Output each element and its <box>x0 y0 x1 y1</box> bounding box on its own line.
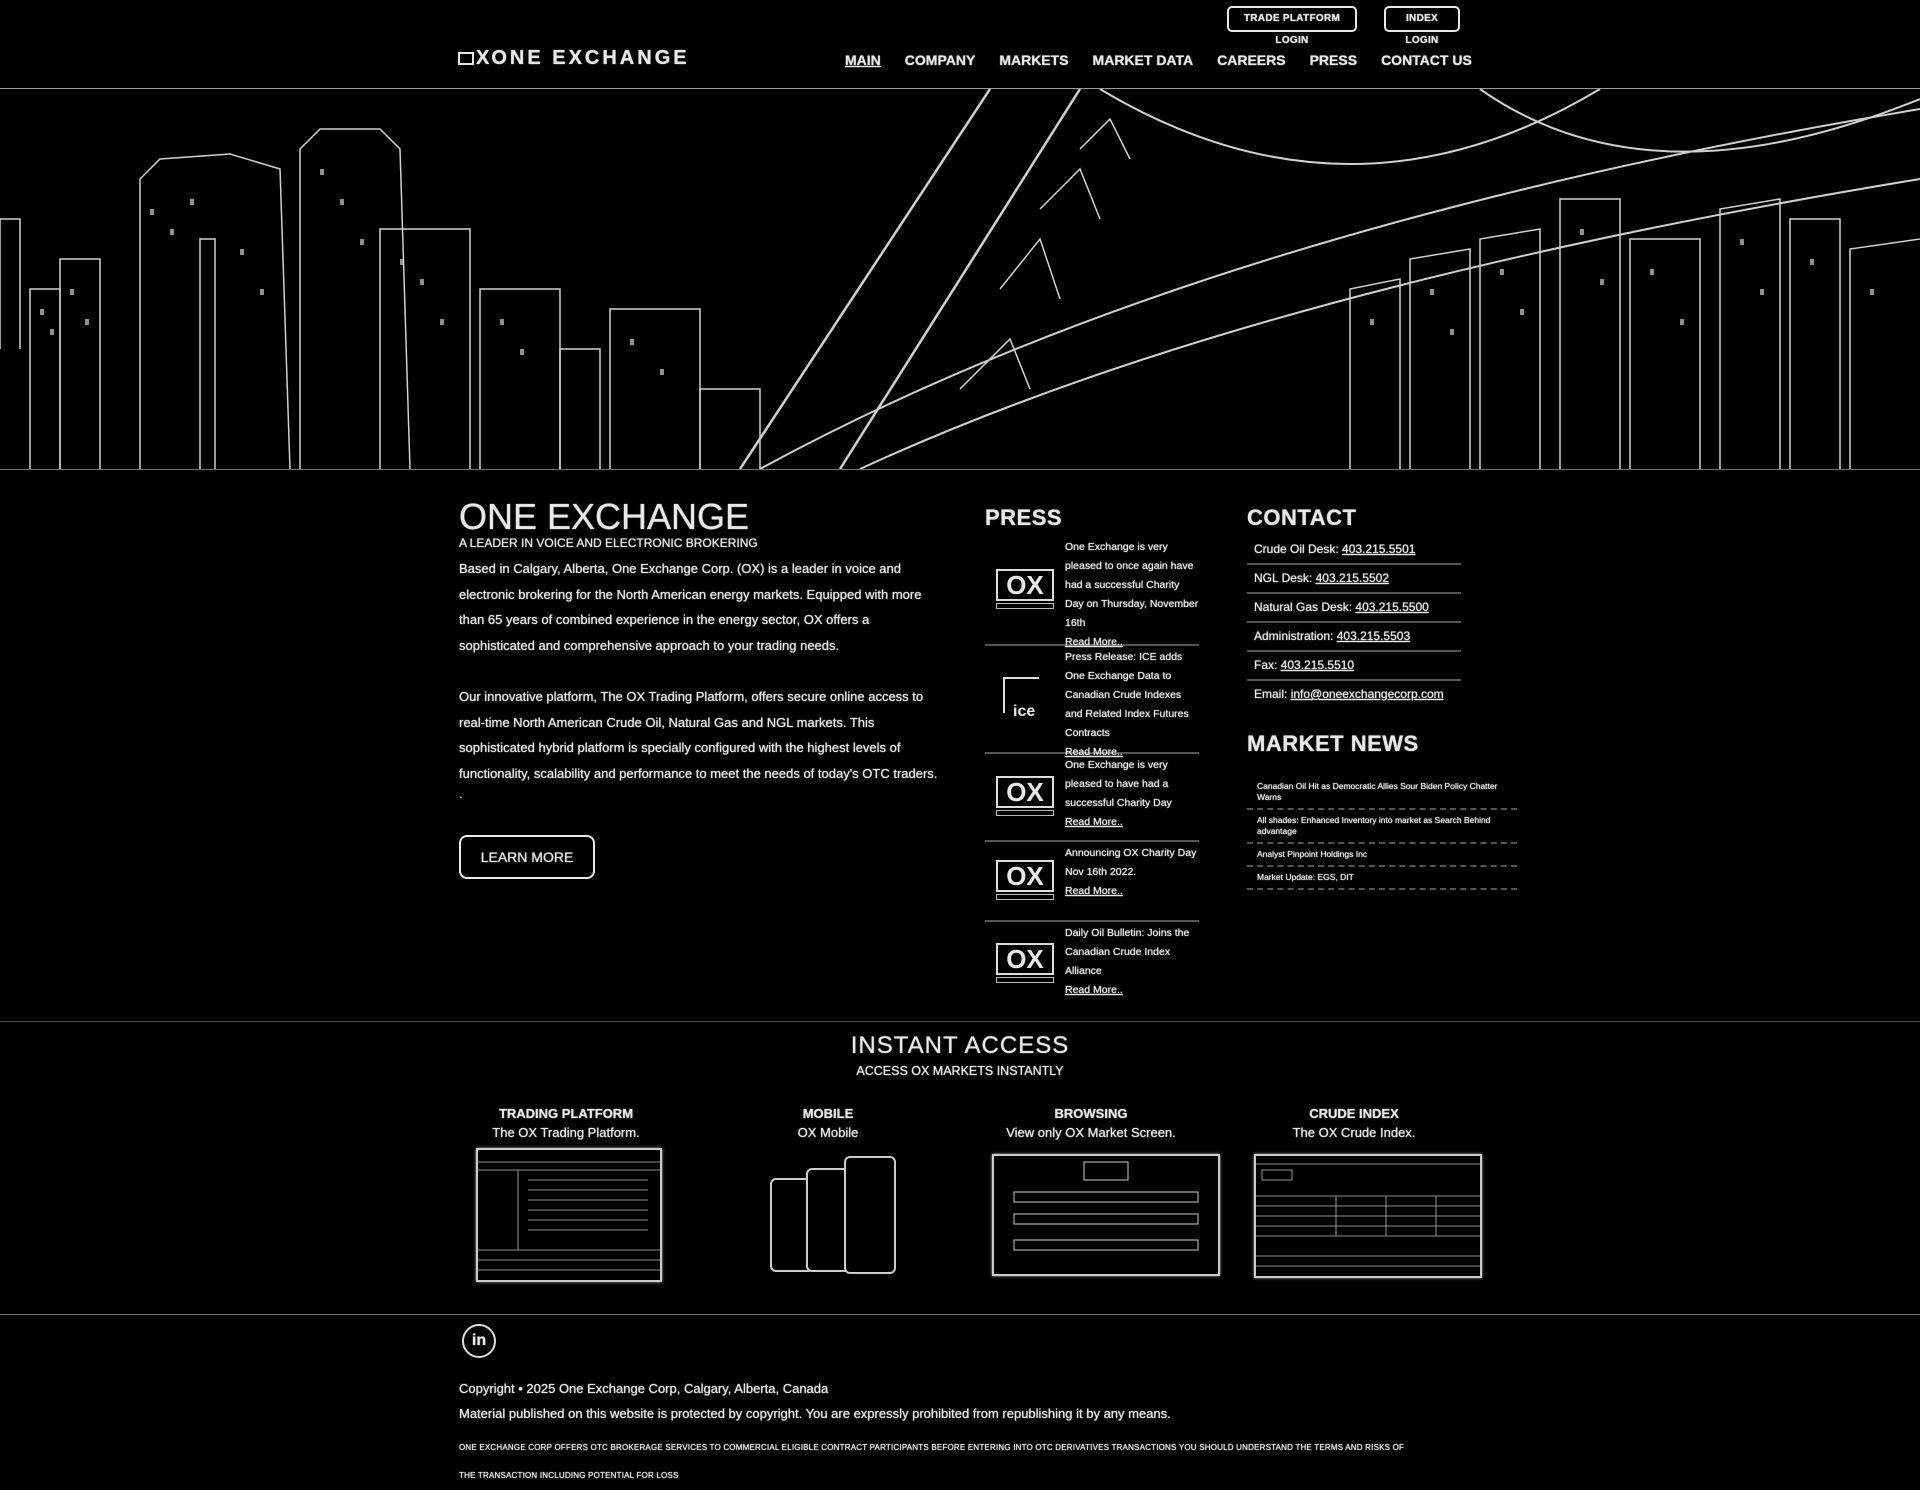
ox-logo-icon: OX <box>985 536 1065 644</box>
press-item-text: Announcing OX Charity Day Nov 16th 2022. <box>1065 847 1197 878</box>
news-item[interactable]: Market Update: EGS, DIT <box>1247 867 1517 890</box>
nav-main[interactable]: MAIN <box>845 52 881 68</box>
city-skyline-illustration <box>0 89 1920 469</box>
access-card-title: MOBILE <box>802 1106 854 1121</box>
logo-x-mark: X <box>476 47 490 69</box>
intro-section: ONE EXCHANGE A LEADER IN VOICE AND ELECT… <box>459 496 939 879</box>
contact-row-administration: Administration: 403.215.5503 <box>1247 623 1461 652</box>
main-nav: MAIN COMPANY MARKETS MARKET DATA CAREERS… <box>845 52 1496 68</box>
ox-logo-icon: OX <box>985 754 1065 840</box>
learn-more-button[interactable]: LEARN MORE <box>459 835 595 879</box>
crude-index-screenshot[interactable] <box>1254 1154 1482 1278</box>
press-read-more-link[interactable]: Read More.. <box>1065 984 1123 996</box>
instant-access-section: INSTANT ACCESS ACCESS OX MARKETS INSTANT… <box>0 1021 1920 1315</box>
contact-section: CONTACT Crude Oil Desk: 403.215.5501 NGL… <box>1247 500 1517 890</box>
press-read-more-link[interactable]: Read More.. <box>1065 885 1123 897</box>
intro-paragraph-1: Based in Calgary, Alberta, One Exchange … <box>459 561 922 653</box>
instant-access-subtitle: ACCESS OX MARKETS INSTANTLY <box>856 1064 1064 1078</box>
market-news-title: MARKET NEWS <box>1247 731 1419 756</box>
site-header: TRADE PLATFORM LOGIN INDEX LOGIN X ONE E… <box>0 0 1920 89</box>
phone-link[interactable]: 403.215.5500 <box>1355 600 1428 614</box>
contact-row-natural-gas: Natural Gas Desk: 403.215.5500 <box>1247 594 1461 623</box>
press-item[interactable]: ice Press Release: ICE adds One Exchange… <box>985 646 1199 758</box>
mobile-phones-image[interactable] <box>770 1156 910 1280</box>
intro-subtitle: A LEADER IN VOICE AND ELECTRONIC BROKERI… <box>459 536 758 550</box>
press-item[interactable]: OX Daily Oil Bulletin: Joins the Canadia… <box>985 922 1199 1006</box>
press-title: PRESS <box>985 505 1063 530</box>
email-link[interactable]: info@oneexchangecorp.com <box>1291 687 1444 701</box>
news-item[interactable]: Canadian Oil Hit as Democratic Allies So… <box>1247 776 1517 810</box>
nav-company[interactable]: COMPANY <box>905 52 976 68</box>
browsing-screenshot[interactable] <box>992 1154 1220 1276</box>
access-card-trading-platform[interactable]: TRADING PLATFORM The OX Trading Platform… <box>466 1106 666 1140</box>
trading-platform-screenshot[interactable] <box>476 1148 662 1282</box>
contact-row-email: Email: info@oneexchangecorp.com <box>1254 687 1444 701</box>
press-item-text: One Exchange is very pleased to once aga… <box>1065 541 1199 629</box>
index-login-button[interactable]: INDEX LOGIN <box>1384 6 1460 46</box>
access-card-desc: View only OX Market Screen. <box>1006 1125 1176 1140</box>
market-news-list: Canadian Oil Hit as Democratic Allies So… <box>1247 776 1517 890</box>
press-list: OX One Exchange is very pleased to once … <box>985 536 1199 1006</box>
contact-title: CONTACT <box>1247 505 1357 530</box>
hero-banner <box>0 89 1920 470</box>
phone-link[interactable]: 403.215.5503 <box>1337 629 1410 643</box>
press-read-more-link[interactable]: Read More.. <box>1065 816 1123 828</box>
contact-row-ngl: NGL Desk: 403.215.5502 <box>1247 565 1461 594</box>
press-item-text: Press Release: ICE adds One Exchange Dat… <box>1065 651 1189 739</box>
press-item[interactable]: OX Announcing OX Charity Day Nov 16th 20… <box>985 842 1199 922</box>
news-item[interactable]: Analyst Pinpoint Holdings Inc <box>1247 844 1517 867</box>
access-card-desc: The OX Crude Index. <box>1292 1125 1416 1140</box>
intro-paragraph-2: Our innovative platform, The OX Trading … <box>459 689 938 781</box>
press-item-text: Daily Oil Bulletin: Joins the Canadian C… <box>1065 927 1190 977</box>
contact-row-fax: Fax: 403.215.5510 <box>1247 652 1461 681</box>
linkedin-icon[interactable]: in <box>462 1324 496 1358</box>
access-card-browsing[interactable]: BROWSING View only OX Market Screen. <box>991 1106 1191 1140</box>
logo-text: ONE EXCHANGE <box>491 47 690 69</box>
instant-access-title: INSTANT ACCESS <box>850 1032 1070 1059</box>
nav-press[interactable]: PRESS <box>1310 52 1357 68</box>
access-card-crude-index[interactable]: CRUDE INDEX The OX Crude Index. <box>1254 1106 1454 1140</box>
ox-logo-icon: OX <box>985 842 1065 920</box>
site-logo[interactable]: X ONE EXCHANGE <box>458 47 690 69</box>
fax-link[interactable]: 403.215.5510 <box>1281 658 1354 672</box>
contact-row-crude-oil: Crude Oil Desk: 403.215.5501 <box>1247 536 1461 565</box>
nav-markets[interactable]: MARKETS <box>999 52 1068 68</box>
trade-platform-login-button[interactable]: TRADE PLATFORM LOGIN <box>1227 6 1357 46</box>
phone-link[interactable]: 403.215.5502 <box>1316 571 1389 585</box>
press-item-text: One Exchange is very pleased to have had… <box>1065 759 1172 809</box>
logo-square-icon <box>458 51 474 65</box>
access-card-desc: OX Mobile <box>797 1125 859 1140</box>
nav-market-data[interactable]: MARKET DATA <box>1093 52 1194 68</box>
access-card-title: BROWSING <box>1054 1106 1128 1121</box>
access-card-title: TRADING PLATFORM <box>498 1106 634 1121</box>
nav-contact-us[interactable]: CONTACT US <box>1381 52 1472 68</box>
press-item[interactable]: OX One Exchange is very pleased to have … <box>985 754 1199 842</box>
phone-link[interactable]: 403.215.5501 <box>1342 542 1415 556</box>
ox-logo-icon: OX <box>985 922 1065 1006</box>
press-item[interactable]: OX One Exchange is very pleased to once … <box>985 536 1199 648</box>
copyright-text: Copyright • 2025 One Exchange Corp, Calg… <box>459 1381 829 1396</box>
access-card-title: CRUDE INDEX <box>1309 1106 1399 1121</box>
press-section: PRESS OX One Exchange is very pleased to… <box>985 500 1199 1006</box>
access-card-mobile[interactable]: MOBILE OX Mobile <box>728 1106 928 1140</box>
access-card-desc: The OX Trading Platform. <box>492 1125 640 1140</box>
copyright-notice: Material published on this website is pr… <box>459 1406 1171 1421</box>
intro-dot: . <box>459 786 463 801</box>
news-item[interactable]: All shades: Enhanced Inventory into mark… <box>1247 810 1517 844</box>
ice-logo-icon: ice <box>985 646 1065 752</box>
nav-careers[interactable]: CAREERS <box>1217 52 1285 68</box>
intro-title: ONE EXCHANGE <box>459 496 750 537</box>
